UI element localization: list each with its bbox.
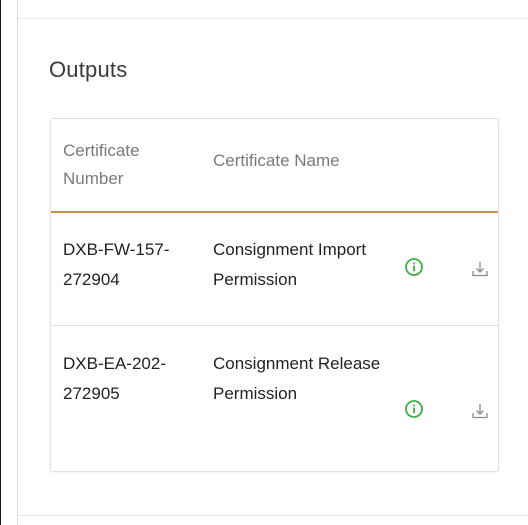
certificate-name-cell: Consignment Import Permission <box>213 240 367 289</box>
column-header-certificate-number: Certificate Number <box>63 141 140 188</box>
info-circle-icon[interactable] <box>404 399 424 419</box>
download-icon[interactable] <box>470 259 490 279</box>
table-row: DXB-FW-157-272904 Consignment Import Per… <box>51 213 498 326</box>
panel-top-divider <box>18 18 528 19</box>
panel-bottom-divider <box>18 515 528 516</box>
download-icon[interactable] <box>470 401 490 421</box>
certificate-number-cell: DXB-FW-157-272904 <box>63 240 170 289</box>
outputs-table-card: Certificate Number Certificate Name DXB-… <box>50 118 499 472</box>
panel-title: Outputs <box>49 57 128 82</box>
window-edge <box>0 0 1 525</box>
table-header-row: Certificate Number Certificate Name <box>51 119 498 213</box>
certificate-number-cell: DXB-EA-202-272905 <box>63 354 166 403</box>
table-row: DXB-EA-202-272905 Consignment Release Pe… <box>51 326 498 472</box>
info-circle-icon[interactable] <box>404 257 424 277</box>
certificate-name-cell: Consignment Release Permission <box>213 354 381 403</box>
panel-border <box>17 0 18 525</box>
outputs-frame: Outputs Certificate Number Certificate N… <box>0 0 528 525</box>
column-header-certificate-name: Certificate Name <box>213 151 340 170</box>
